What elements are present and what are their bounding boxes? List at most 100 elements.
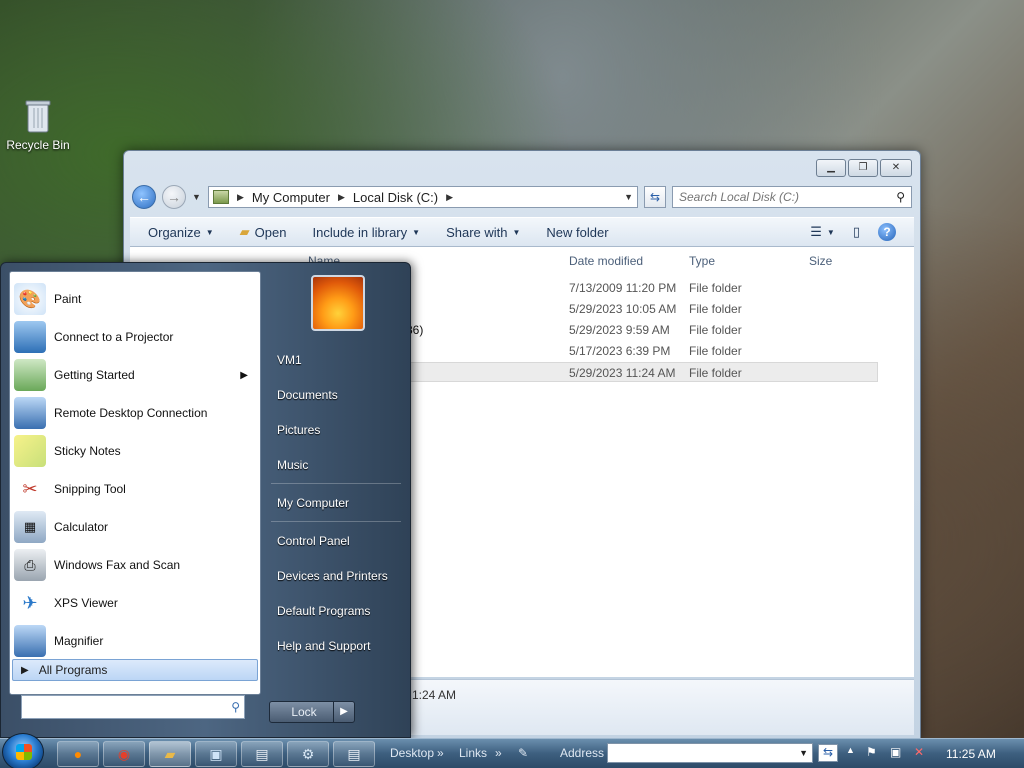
include-in-library-button[interactable]: Include in library ▼ [312, 225, 420, 240]
windows-logo-icon [16, 744, 32, 760]
chevron-icon[interactable]: » [437, 746, 444, 760]
notepad-icon: ▤ [347, 745, 361, 762]
clock[interactable]: 11:25 AM [946, 747, 996, 761]
program-getting-started[interactable]: Getting Started ▶ [12, 357, 258, 393]
show-hidden-icons[interactable]: ▲ [846, 745, 855, 755]
link-devices-printers[interactable]: Devices and Printers [277, 569, 388, 583]
navigation-bar: ← → ▼ ▶ My Computer ▶ Local Disk (C:) ▶ … [132, 183, 912, 211]
view-options-button[interactable]: ☰ ▼ [810, 224, 835, 240]
fax-icon: ⎙ [14, 549, 46, 581]
shutdown-options-button[interactable]: ▶ [333, 701, 355, 723]
address-bar[interactable]: ▶ My Computer ▶ Local Disk (C:) ▶ ▼ [208, 186, 638, 208]
user-avatar[interactable] [311, 275, 365, 331]
taskbar-explorer[interactable]: ▰ [149, 741, 191, 767]
start-button[interactable] [2, 733, 44, 768]
program-snipping-tool[interactable]: ✂ Snipping Tool [12, 471, 258, 507]
calculator-icon: ▦ [14, 511, 46, 543]
taskbar-app-4[interactable]: ▣ [195, 741, 237, 767]
link-pictures[interactable]: Pictures [277, 423, 320, 437]
all-programs-button[interactable]: ▶ All Programs [12, 659, 258, 681]
command-bar: Organize ▼ ▰ Open Include in library ▼ Shar… [130, 217, 914, 247]
folder-icon: ▰ [164, 745, 176, 762]
address-dropdown-icon[interactable]: ▼ [624, 192, 633, 202]
search-box[interactable]: ⚲ [672, 186, 912, 208]
program-xps-viewer[interactable]: ✈ XPS Viewer [12, 585, 258, 621]
column-type[interactable]: Type [689, 254, 715, 268]
address-toolbar-label: Address [560, 746, 605, 760]
chevron-right-icon[interactable]: ▶ [338, 192, 345, 203]
share-with-button[interactable]: Share with ▼ [446, 225, 520, 240]
search-icon: ⚲ [896, 190, 905, 204]
search-input[interactable] [679, 190, 897, 204]
taskbar-app-7[interactable]: ▤ [333, 741, 375, 767]
taskbar: ● ◉ ▰ ▣ ▤ ⚙ ▤ Desktop » Links » ✎ Addres… [0, 733, 1024, 768]
network-icon[interactable]: ▣ [890, 745, 901, 759]
link-help-support[interactable]: Help and Support [277, 639, 370, 653]
program-calculator[interactable]: ▦ Calculator [12, 509, 258, 545]
program-fax-and-scan[interactable]: ⎙ Windows Fax and Scan [12, 547, 258, 583]
volume-icon[interactable]: ✕ [914, 745, 924, 759]
link-control-panel[interactable]: Control Panel [277, 534, 350, 548]
links-toolbar[interactable]: Links [459, 746, 487, 760]
go-button[interactable]: ⇆ [818, 744, 838, 762]
remote-desktop-icon [14, 397, 46, 429]
link-music[interactable]: Music [277, 458, 308, 472]
window-controls: ▁ ❐ ✕ [816, 159, 912, 177]
taskbar-address-input[interactable]: ▼ [607, 743, 813, 763]
taskbar-app-6[interactable]: ⚙ [287, 741, 329, 767]
chevron-right-icon[interactable]: ▶ [237, 192, 244, 203]
edit-icon[interactable]: ✎ [518, 746, 528, 760]
play-arrow-icon: ▶ [21, 664, 29, 676]
start-search-box[interactable]: ⚲ [21, 695, 245, 719]
submenu-arrow-icon: ▶ [240, 369, 248, 381]
column-date-modified[interactable]: Date modified [569, 254, 643, 268]
back-button[interactable]: ← [132, 185, 156, 209]
column-size[interactable]: Size [809, 254, 832, 268]
program-remote-desktop[interactable]: Remote Desktop Connection [12, 395, 258, 431]
breadcrumb-local-disk[interactable]: Local Disk (C:) [353, 190, 438, 205]
minimize-button[interactable]: ▁ [816, 159, 846, 177]
chevron-right-icon[interactable]: ▶ [446, 192, 453, 203]
open-button[interactable]: ▰ Open [240, 224, 287, 240]
desktop-toolbar[interactable]: Desktop [390, 746, 434, 760]
link-documents[interactable]: Documents [277, 388, 338, 402]
document-icon: ▤ [255, 745, 269, 762]
recycle-bin-icon [24, 98, 52, 134]
action-center-icon[interactable]: ⚑ [866, 745, 877, 759]
link-my-computer[interactable]: My Computer [277, 496, 349, 510]
chevron-icon[interactable]: » [495, 746, 502, 760]
magnifier-icon [14, 625, 46, 657]
refresh-button[interactable]: ⇆ [644, 186, 666, 208]
maximize-button[interactable]: ❐ [848, 159, 878, 177]
xps-viewer-icon: ✈ [22, 592, 38, 613]
firefox-icon: ● [73, 746, 83, 762]
separator [271, 521, 401, 522]
taskbar-app-5[interactable]: ▤ [241, 741, 283, 767]
link-default-programs[interactable]: Default Programs [277, 604, 370, 618]
preview-pane-button[interactable]: ▯ [853, 224, 860, 240]
forward-button[interactable]: → [162, 185, 186, 209]
settings-icon: ⚙ [301, 745, 315, 762]
taskbar-chrome[interactable]: ◉ [103, 741, 145, 767]
breadcrumb-my-computer[interactable]: My Computer [252, 190, 330, 205]
chrome-icon: ◉ [117, 745, 131, 762]
view-icon: ☰ [810, 224, 822, 239]
start-search-input[interactable] [26, 699, 232, 715]
folder-icon: ▰ [239, 224, 250, 239]
help-icon[interactable]: ? [878, 223, 896, 241]
start-menu: 🎨 Paint Connect to a Projector Getting S… [0, 262, 411, 738]
program-sticky-notes[interactable]: Sticky Notes [12, 433, 258, 469]
new-folder-button[interactable]: New folder [546, 225, 608, 240]
lock-button[interactable]: Lock [269, 701, 339, 723]
program-magnifier[interactable]: Magnifier [12, 623, 258, 659]
program-paint[interactable]: 🎨 Paint [12, 281, 258, 317]
organize-button[interactable]: Organize ▼ [148, 225, 214, 240]
recent-pages-dropdown[interactable]: ▼ [192, 192, 202, 202]
taskbar-firefox[interactable]: ● [57, 741, 99, 767]
link-user-folder[interactable]: VM1 [277, 353, 302, 367]
search-icon: ⚲ [231, 700, 240, 714]
recycle-bin[interactable]: Recycle Bin [6, 98, 70, 152]
program-connect-projector[interactable]: Connect to a Projector [12, 319, 258, 355]
details-date: 1:24 AM [412, 688, 457, 702]
close-button[interactable]: ✕ [880, 159, 912, 177]
